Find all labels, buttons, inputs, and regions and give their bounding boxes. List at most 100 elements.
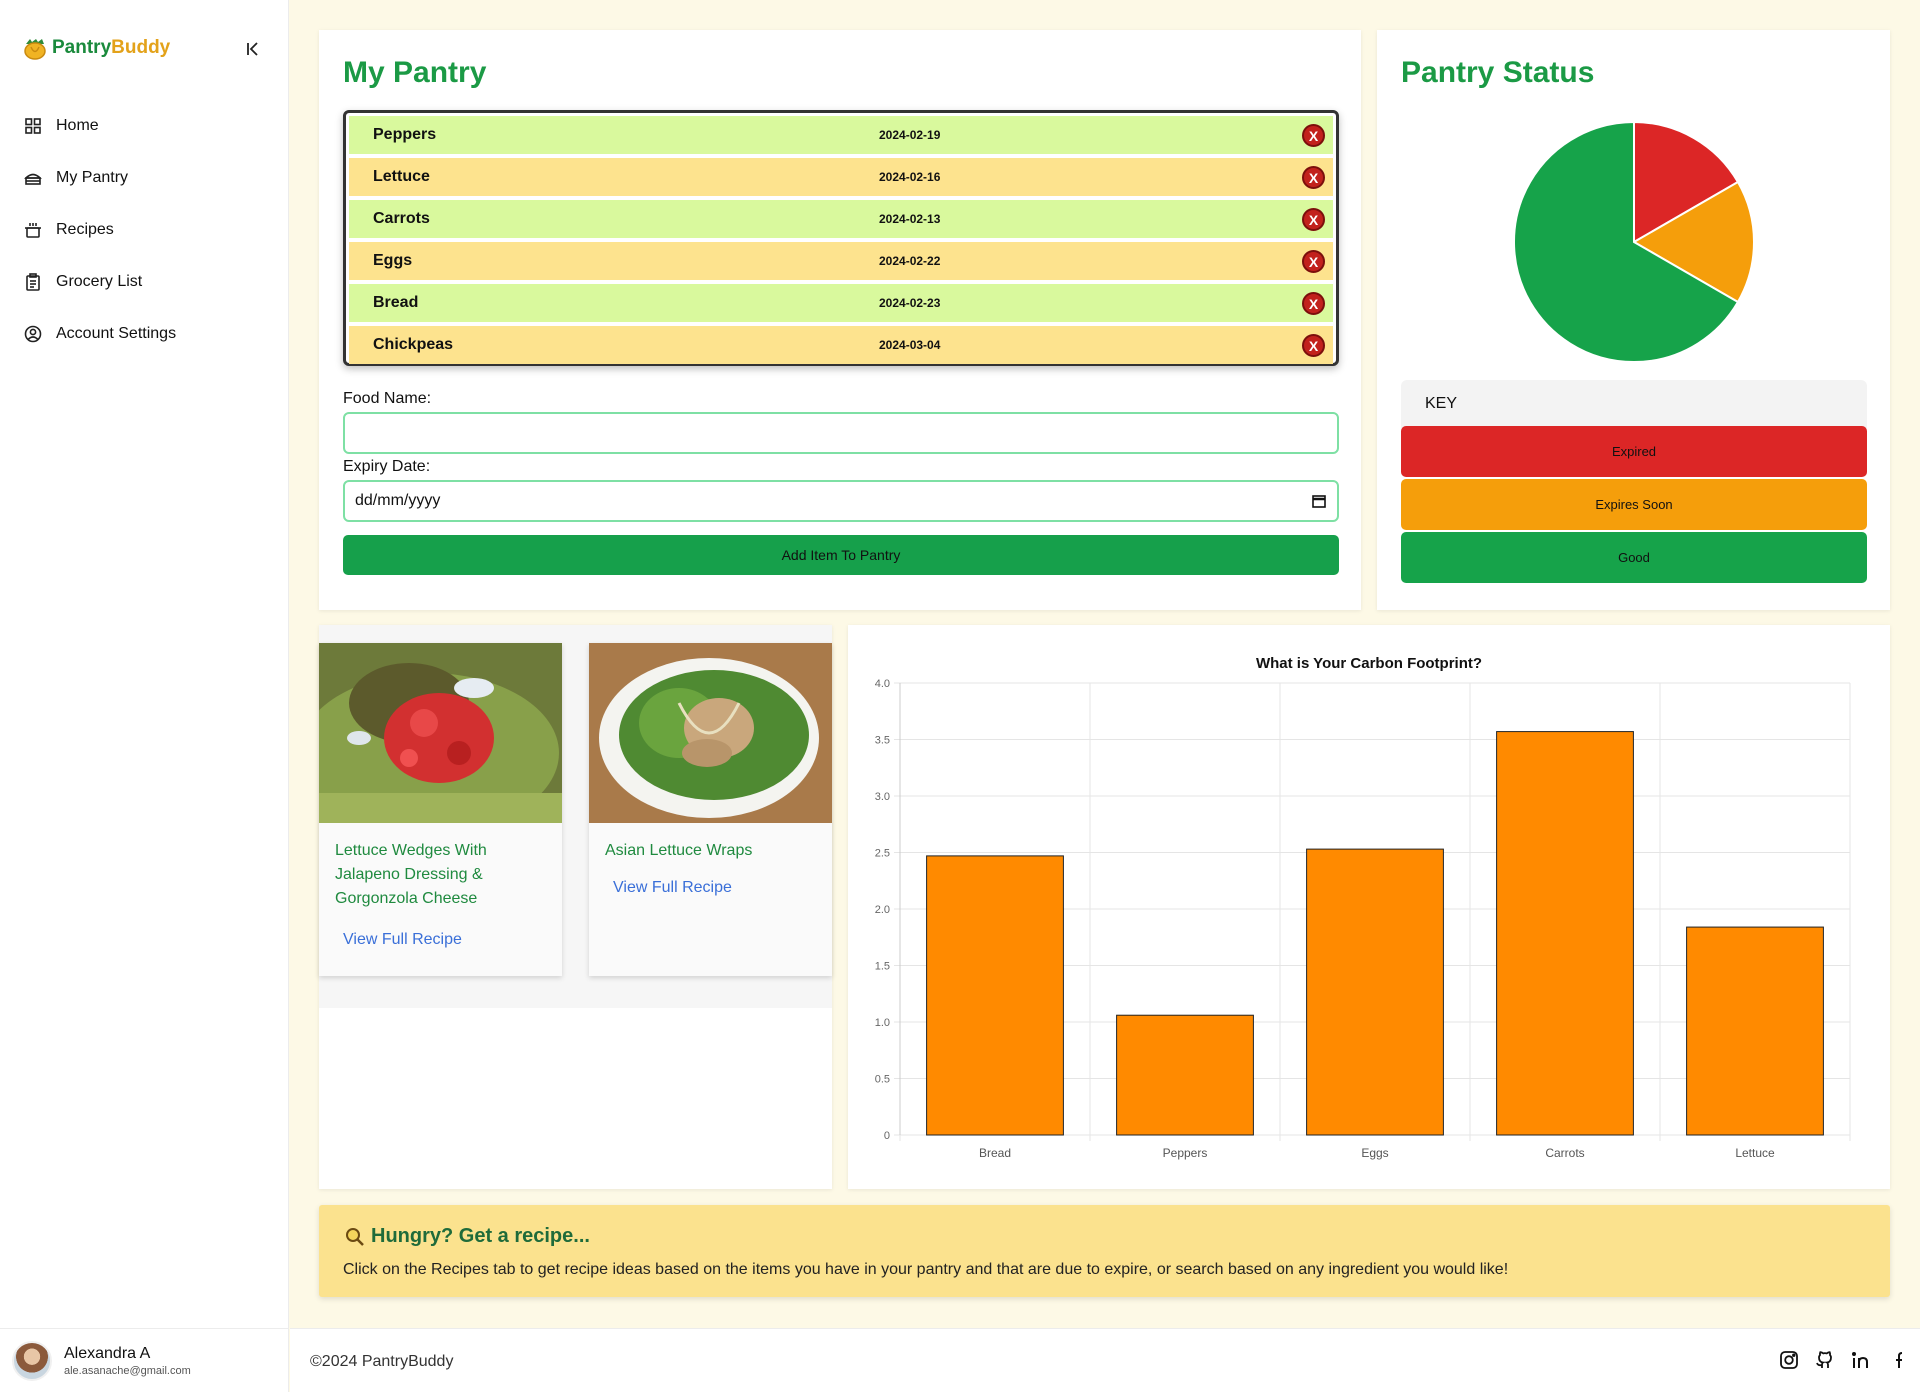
expiry-date-label: Expiry Date: <box>343 458 431 475</box>
pantry-item-date: 2024-02-16 <box>879 170 941 184</box>
key-label: Good <box>1618 550 1650 565</box>
pantry-item-row: Carrots 2024-02-13 X <box>349 200 1333 238</box>
food-name-label: Food Name: <box>343 390 432 407</box>
collapse-left-icon <box>247 42 258 56</box>
recipe-card[interactable]: Lettuce Wedges With Jalapeno Dressing & … <box>319 643 562 976</box>
carbon-footprint-bar-chart: 0 0.5 1.0 1.5 2.0 2.5 3.0 3.5 4.0 Bread Peppers Egg… <box>875 678 1851 1160</box>
remove-item-button[interactable]: X <box>1302 292 1325 315</box>
calendar-icon[interactable] <box>1311 493 1327 509</box>
search-icon <box>346 1227 364 1246</box>
x-tick-label: Bread <box>979 1146 1011 1160</box>
footer: ©2024 PantryBuddy <box>290 1328 1920 1392</box>
key-good: Good <box>1401 532 1867 583</box>
pantry-status-card: Pantry Status KEY Expired Expires Soon G… <box>1377 30 1890 610</box>
instagram-icon[interactable] <box>1778 1349 1800 1371</box>
y-tick-label: 2.0 <box>875 904 890 916</box>
pantry-item-row: Eggs 2024-02-22 X <box>349 242 1333 280</box>
pantry-item-name: Chickpeas <box>373 336 454 353</box>
hungry-title: Hungry? Get a recipe... <box>345 1225 590 1248</box>
sidebar-item-grocery-list[interactable]: Grocery List <box>24 256 274 308</box>
pepper-logo-icon <box>24 39 46 60</box>
y-tick-label: 1.0 <box>875 1017 890 1029</box>
brand-name-part2: Buddy <box>111 37 171 58</box>
sidebar-item-account-settings[interactable]: Account Settings <box>24 308 274 360</box>
remove-item-button[interactable]: X <box>1302 250 1325 273</box>
y-tick-label: 0.5 <box>875 1074 890 1086</box>
y-tick-label: 1.5 <box>875 961 890 973</box>
pantry-list: Peppers 2024-02-19 X Lettuce 2024-02-16 X Carr… <box>343 110 1339 366</box>
bar-peppers <box>1116 1014 1254 1136</box>
pantry-icon <box>24 173 42 185</box>
pantry-item-date: 2024-02-13 <box>879 212 941 226</box>
pantry-item-date: 2024-02-22 <box>879 254 941 268</box>
sidebar-nav: Home My Pantry Recipes Grocery List Acco… <box>24 100 274 360</box>
sidebar-item-my-pantry[interactable]: My Pantry <box>24 152 274 204</box>
hungry-description: Click on the Recipes tab to get recipe i… <box>343 1261 1509 1278</box>
x-tick-label: Peppers <box>1163 1146 1208 1160</box>
copyright: ©2024 PantryBuddy <box>310 1353 454 1370</box>
user-circle-icon <box>24 325 42 343</box>
brand-logo[interactable]: Pantry Buddy <box>22 36 170 60</box>
social-links <box>1778 1349 1908 1371</box>
x-tick-label: Lettuce <box>1735 1146 1775 1160</box>
recipe-title[interactable]: Lettuce Wedges With Jalapeno Dressing & … <box>335 839 545 911</box>
bar-eggs <box>1306 848 1444 1136</box>
user-profile[interactable]: Alexandra A ale.asanache@gmail.com <box>0 1328 289 1392</box>
view-full-recipe-link[interactable]: View Full Recipe <box>613 879 732 897</box>
hungry-banner: Hungry? Get a recipe... Click on the Rec… <box>319 1205 1890 1297</box>
bar-bread <box>926 855 1064 1136</box>
sidebar-item-home[interactable]: Home <box>24 100 274 152</box>
key-label: Expired <box>1611 444 1657 459</box>
pantry-item-row: Bread 2024-02-23 X <box>349 284 1333 322</box>
view-full-recipe-link[interactable]: View Full Recipe <box>343 931 462 949</box>
sidebar-item-label: My Pantry <box>56 169 129 186</box>
pantry-item-name: Bread <box>373 294 419 311</box>
user-email: ale.asanache@gmail.com <box>64 1364 191 1377</box>
expiry-date-placeholder: dd/mm/yyyy <box>355 492 441 509</box>
sidebar-item-label: Recipes <box>56 221 114 238</box>
pantry-title: My Pantry <box>343 56 487 89</box>
pantry-item-name: Eggs <box>373 252 413 269</box>
linkedin-icon[interactable] <box>1850 1349 1872 1371</box>
bar-carrots <box>1496 731 1634 1136</box>
add-item-button[interactable]: Add Item To Pantry <box>343 535 1339 575</box>
github-icon[interactable] <box>1814 1349 1836 1371</box>
grid-icon <box>25 118 41 134</box>
remove-item-button[interactable]: X <box>1302 166 1325 189</box>
sidebar-item-label: Account Settings <box>56 325 177 342</box>
recipe-title[interactable]: Asian Lettuce Wraps <box>605 839 815 863</box>
pantry-item-name: Carrots <box>373 210 430 227</box>
my-pantry-card: My Pantry Peppers 2024-02-19 X Lettuce 2024-… <box>319 30 1361 610</box>
key-label: Expires Soon <box>1595 497 1673 512</box>
clipboard-icon <box>26 273 40 291</box>
x-tick-label: Carrots <box>1545 1146 1584 1160</box>
avatar <box>12 1340 52 1381</box>
sidebar: Pantry Buddy Home My Pantry Recipes Groce… <box>0 0 289 1392</box>
key-header: KEY <box>1401 380 1867 428</box>
x-tick-label: Eggs <box>1361 1146 1388 1160</box>
recipe-image-asian-lettuce-wraps <box>589 643 832 823</box>
remove-item-button[interactable]: X <box>1302 208 1325 231</box>
collapse-sidebar-button[interactable] <box>238 34 268 64</box>
y-tick-label: 3.0 <box>875 791 890 803</box>
y-tick-label: 2.5 <box>875 848 890 860</box>
pantry-item-row: Chickpeas 2024-03-04 X <box>349 326 1333 364</box>
recipe-card[interactable]: Asian Lettuce Wraps View Full Recipe <box>589 643 832 976</box>
pantry-item-name: Peppers <box>373 126 437 143</box>
recipe-image-lettuce-wedges <box>319 643 562 823</box>
facebook-icon[interactable] <box>1886 1349 1908 1371</box>
status-pie-chart <box>1513 120 1755 363</box>
brand-name-part1: Pantry <box>52 37 112 58</box>
recipes-card: Lettuce Wedges With Jalapeno Dressing & … <box>319 625 832 1189</box>
y-tick-label: 4.0 <box>875 678 890 690</box>
remove-item-button[interactable]: X <box>1302 334 1325 357</box>
remove-item-button[interactable]: X <box>1302 124 1325 147</box>
sidebar-item-recipes[interactable]: Recipes <box>24 204 274 256</box>
key-expired: Expired <box>1401 426 1867 477</box>
expiry-date-input[interactable]: dd/mm/yyyy <box>343 480 1339 522</box>
y-tick-label: 0 <box>884 1130 890 1142</box>
pantry-item-date: 2024-02-23 <box>879 296 941 310</box>
sidebar-item-label: Home <box>56 117 99 134</box>
pantry-item-name: Lettuce <box>373 168 430 185</box>
food-name-input[interactable] <box>343 412 1339 454</box>
